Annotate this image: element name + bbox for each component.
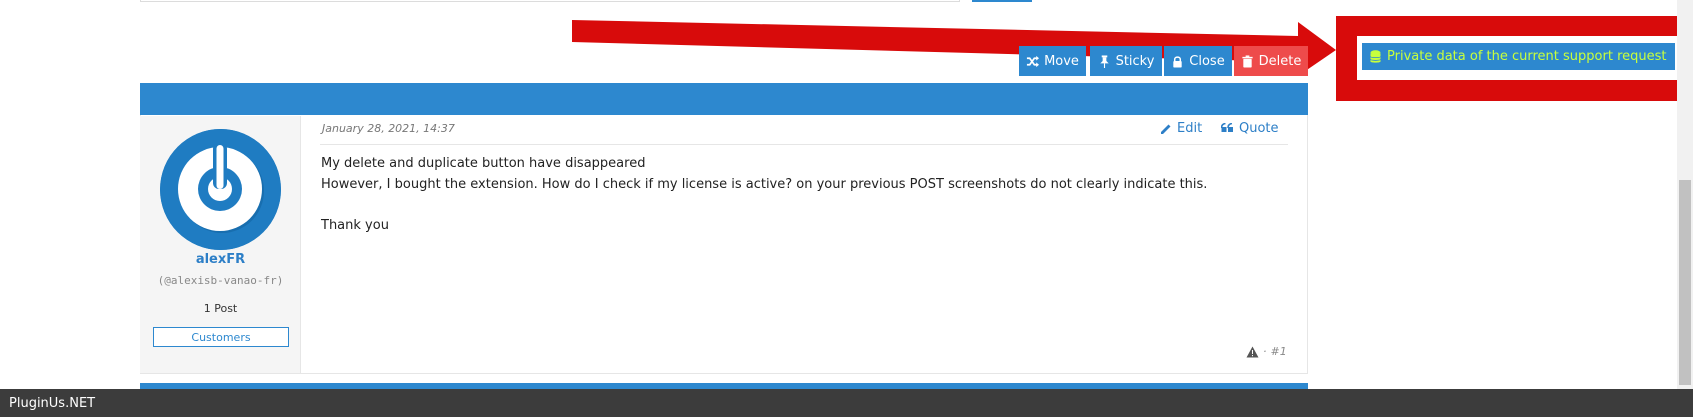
post-number[interactable]: #1	[1271, 345, 1287, 358]
author-post-count: 1 Post	[203, 302, 238, 315]
move-button[interactable]: Move	[1019, 46, 1086, 76]
footer-separator: ·	[1263, 345, 1267, 358]
scrollbar-thumb[interactable]	[1679, 180, 1691, 385]
pin-icon	[1099, 54, 1109, 68]
trash-icon	[1242, 54, 1253, 68]
report-warning-icon[interactable]	[1246, 346, 1259, 358]
post-body-line: My delete and duplicate button have disa…	[321, 156, 646, 171]
author-group-badge: Customers	[153, 327, 289, 347]
edit-label: Edit	[1177, 121, 1203, 136]
lock-icon	[1173, 55, 1182, 68]
pencil-icon	[1161, 124, 1171, 134]
database-icon	[1370, 49, 1381, 63]
edit-link[interactable]: Edit	[1160, 121, 1202, 136]
delete-button[interactable]: Delete	[1234, 46, 1308, 76]
post-card	[140, 115, 1308, 374]
sticky-button[interactable]: Sticky	[1090, 46, 1162, 76]
move-label: Move	[1044, 53, 1079, 69]
site-name: PluginUs.NET	[9, 395, 96, 411]
post-divider	[320, 144, 1288, 145]
submit-button-remnant[interactable]	[972, 0, 1032, 2]
close-button[interactable]: Close	[1164, 46, 1232, 76]
private-data-label: Private data of the current support requ…	[1387, 49, 1667, 64]
post-footer: · #1	[1246, 345, 1287, 358]
reply-input-remnant[interactable]	[140, 0, 960, 2]
power-logo-icon	[160, 129, 281, 250]
author-name[interactable]: alexFR	[140, 252, 301, 267]
quote-label: Quote	[1239, 121, 1279, 136]
delete-label: Delete	[1258, 53, 1302, 69]
private-data-button[interactable]: Private data of the current support requ…	[1362, 43, 1675, 70]
shuffle-icon	[1026, 55, 1040, 67]
post-body-line: However, I bought the extension. How do …	[321, 177, 1208, 192]
site-footer-bar: PluginUs.NET	[0, 389, 1693, 417]
quote-icon	[1221, 123, 1233, 132]
avatar[interactable]	[160, 129, 281, 250]
post-date: January 28, 2021, 14:37	[322, 122, 455, 135]
quote-link[interactable]: Quote	[1221, 121, 1279, 136]
author-handle: (@alexisb-vanao-fr)	[157, 274, 284, 287]
post-header-bar	[140, 83, 1308, 115]
post-body-line: Thank you	[321, 218, 389, 233]
sticky-label: Sticky	[1115, 53, 1155, 69]
close-label: Close	[1189, 53, 1225, 69]
